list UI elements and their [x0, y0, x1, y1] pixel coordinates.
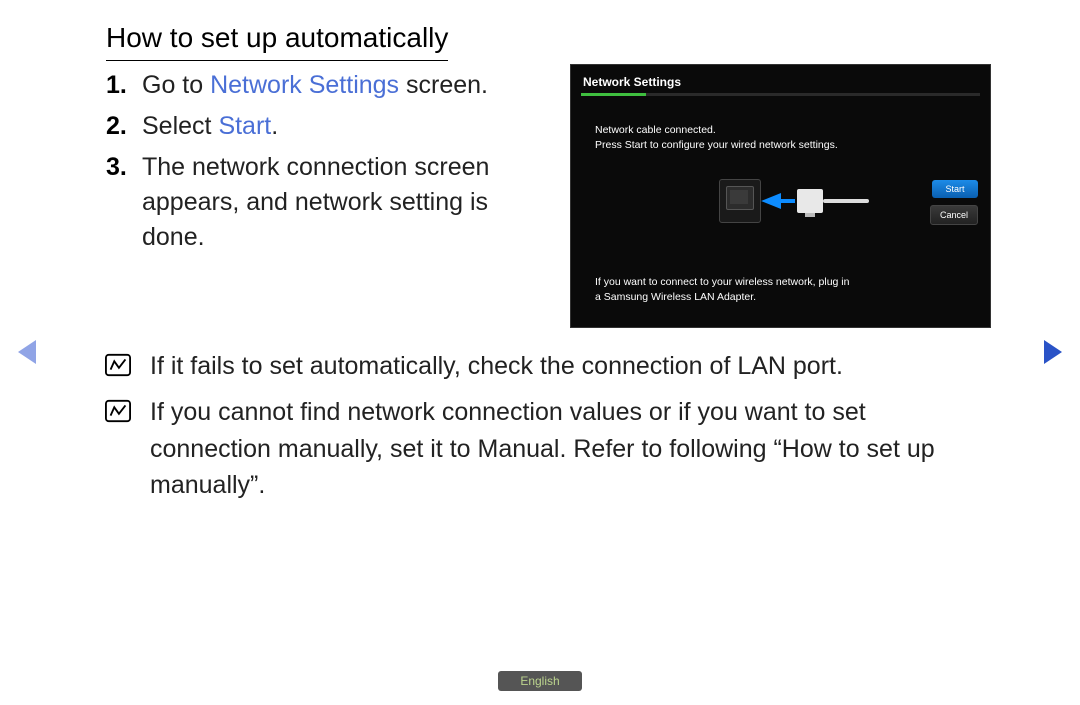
step-1: 1. Go to Network Settings screen. [106, 68, 546, 103]
language-indicator: English [498, 671, 581, 691]
page-title: How to set up automatically [106, 22, 448, 61]
lan-port-illustration [719, 179, 869, 229]
tv-title: Network Settings [583, 75, 681, 89]
cable-icon [823, 199, 869, 203]
note-text: If it fails to set automatically, check … [150, 348, 984, 384]
rj45-plug-icon [797, 189, 823, 213]
tv-hint: If you want to connect to your wireless … [595, 275, 849, 304]
link-network-settings: Network Settings [210, 71, 399, 99]
step-3: 3. The network connection screen appears… [106, 150, 546, 255]
step-number: 1. [106, 68, 142, 103]
step-text: The network connection screen appears, a… [142, 150, 546, 255]
cancel-button[interactable]: Cancel [930, 205, 978, 225]
notes-list: If it fails to set automatically, check … [104, 348, 984, 513]
nav-prev-icon[interactable] [18, 340, 36, 364]
note-text: If you cannot find network connection va… [150, 394, 984, 503]
tv-message: Network cable connected. Press Start to … [595, 123, 838, 152]
ethernet-port-icon [719, 179, 761, 223]
note-1: If it fails to set automatically, check … [104, 348, 984, 384]
manual-page: How to set up automatically 1. Go to Net… [0, 0, 1080, 705]
step-text: Go to Network Settings screen. [142, 68, 546, 103]
steps-list: 1. Go to Network Settings screen. 2. Sel… [106, 68, 546, 261]
nav-next-icon[interactable] [1044, 340, 1062, 364]
step-number: 2. [106, 109, 142, 144]
step-2: 2. Select Start. [106, 109, 546, 144]
step-number: 3. [106, 150, 142, 255]
note-icon [104, 398, 132, 424]
tv-screenshot: Network Settings Network cable connected… [570, 64, 991, 328]
note-icon [104, 352, 132, 378]
footer: English [0, 671, 1080, 691]
link-start: Start [218, 112, 271, 140]
note-2: If you cannot find network connection va… [104, 394, 984, 503]
start-button[interactable]: Start [932, 180, 978, 198]
step-text: Select Start. [142, 109, 546, 144]
tv-progress-bar [581, 93, 980, 96]
